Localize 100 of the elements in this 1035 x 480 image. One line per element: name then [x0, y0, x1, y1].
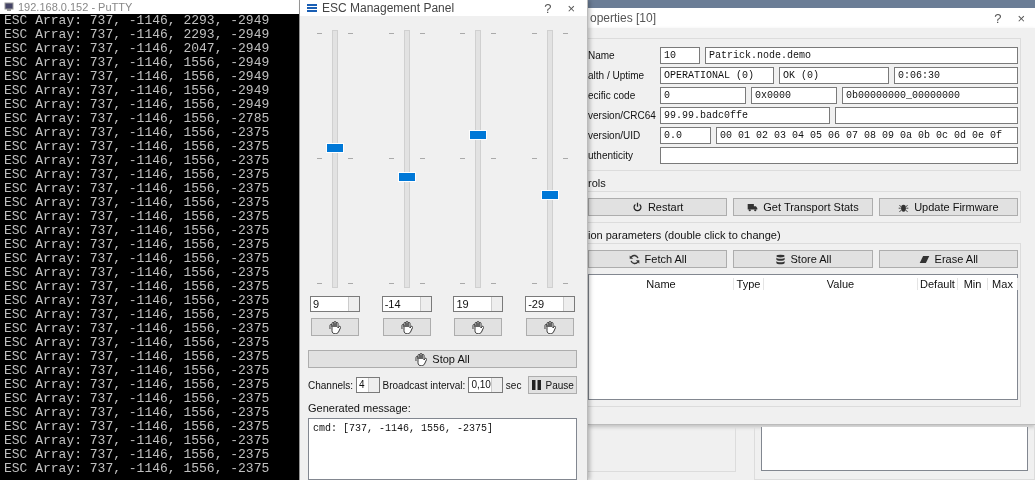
terminal-line: ESC Array: 737, -1146, 1556, -2375	[4, 224, 271, 238]
group-title: ion parameters (double click to change)	[588, 229, 782, 241]
terminal-line: ESC Array: 737, -1146, 1556, -2375	[4, 182, 271, 196]
terminal-line: ESC Array: 737, -1146, 1556, -2375	[4, 322, 271, 336]
hand-icon	[472, 320, 485, 334]
column-header[interactable]: Value	[764, 278, 918, 290]
terminal-line: ESC Array: 737, -1146, 1556, -2949	[4, 56, 271, 70]
terminal-line: ESC Array: 737, -1146, 1556, -2375	[4, 434, 271, 448]
column-header[interactable]: Min	[958, 278, 988, 290]
group-title: rols	[588, 177, 607, 189]
close-button[interactable]: ×	[1009, 10, 1033, 26]
column-header[interactable]: Max	[988, 278, 1018, 290]
slider-thumb[interactable]	[397, 171, 416, 182]
column-header[interactable]: Type	[734, 278, 764, 290]
field-label: uthenticity	[588, 150, 635, 161]
power-icon	[631, 201, 643, 213]
stop-button[interactable]	[382, 318, 431, 336]
message-field[interactable]: cmd: [737, -1146, 1556, -2375]	[308, 418, 577, 480]
action-button[interactable]: Erase All	[878, 250, 1018, 268]
text-field[interactable]: OPERATIONAL (0)	[660, 67, 774, 84]
truck-icon	[747, 201, 759, 213]
stop-button[interactable]	[454, 318, 503, 336]
text-field[interactable]: 00 01 02 03 04 05 06 07 08 09 0a 0b 0c 0d 0e 0f	[716, 127, 1018, 144]
pause-button[interactable]: Pause	[528, 376, 577, 394]
terminal-line: ESC Array: 737, -1146, 2293, -2949	[4, 14, 271, 28]
value-spinbox[interactable]: -14	[381, 296, 432, 312]
terminal-line: ESC Array: 737, -1146, 1556, -2375	[4, 392, 271, 406]
eraser-icon	[918, 253, 930, 265]
text-field[interactable]: 99.99.badc0ffe	[660, 107, 830, 124]
terminal-line: ESC Array: 737, -1146, 1556, -2375	[4, 252, 271, 266]
terminal-line: ESC Array: 737, -1146, 1556, -2375	[4, 168, 271, 182]
text-field[interactable]: 0	[660, 87, 746, 104]
terminal-line: ESC Array: 737, -1146, 1556, -2375	[4, 196, 271, 210]
terminal-line: ESC Array: 737, -1146, 1556, -2375	[4, 154, 271, 168]
field-label: Name	[588, 50, 616, 61]
text-field[interactable]: 10	[660, 47, 700, 64]
interval-spinbox[interactable]: 0,10	[468, 377, 503, 393]
text-field[interactable]: 0.0	[660, 127, 711, 144]
terminal-line: ESC Array: 737, -1146, 1556, -2375	[4, 140, 271, 154]
terminal-line: ESC Array: 737, -1146, 1556, -2949	[4, 70, 271, 84]
vertical-slider[interactable]	[386, 28, 427, 290]
unit-label: sec	[505, 379, 522, 391]
value-spinbox[interactable]: 9	[309, 296, 360, 312]
action-button[interactable]: Get Transport Stats	[733, 198, 873, 216]
channels-spinbox[interactable]: 4	[356, 377, 380, 393]
terminal-line: ESC Array: 737, -1146, 1556, -2375	[4, 266, 271, 280]
terminal-line: ESC Array: 737, -1146, 1556, -2375	[4, 420, 271, 434]
terminal-icon	[4, 2, 14, 12]
hand-icon	[415, 352, 428, 366]
text-field[interactable]: 0:06:30	[894, 67, 1018, 84]
action-button[interactable]: Update Firmware	[878, 198, 1018, 216]
window-title: 192.168.0.152 - PuTTY	[18, 1, 133, 13]
text-field[interactable]	[835, 107, 1018, 124]
terminal-line: ESC Array: 737, -1146, 1556, -2949	[4, 98, 271, 112]
text-field[interactable]: 0x0000	[751, 87, 837, 104]
refresh-icon	[628, 253, 640, 265]
terminal-line: ESC Array: 737, -1146, 1556, -2375	[4, 448, 271, 462]
text-field[interactable]: Patrick.node.demo	[705, 47, 1018, 64]
terminal-line: ESC Array: 737, -1146, 1556, -2785	[4, 112, 271, 126]
value-spinbox[interactable]: -29	[525, 296, 576, 312]
column-header[interactable]: Name	[589, 278, 734, 290]
slider-thumb[interactable]	[541, 190, 560, 201]
window-title: operties [10]	[590, 11, 657, 25]
terminal-line: ESC Array: 737, -1146, 2047, -2949	[4, 42, 271, 56]
slider-thumb[interactable]	[325, 142, 344, 153]
action-button[interactable]: Restart	[588, 198, 728, 216]
value-spinbox[interactable]: 19	[453, 296, 504, 312]
field-label: version/UID	[588, 130, 642, 141]
terminal-line: ESC Array: 737, -1146, 1556, -2375	[4, 364, 271, 378]
terminal-line: ESC Array: 737, -1146, 1556, -2375	[4, 462, 271, 476]
hand-icon	[400, 320, 413, 334]
terminal-line: ESC Array: 737, -1146, 1556, -2949	[4, 84, 271, 98]
slider-thumb[interactable]	[469, 130, 488, 141]
help-button[interactable]: ?	[538, 0, 558, 16]
text-field[interactable]	[660, 147, 1018, 164]
vertical-slider[interactable]	[314, 28, 355, 290]
terminal-line: ESC Array: 737, -1146, 1556, -2375	[4, 294, 271, 308]
window-title: ESC Management Panel	[322, 1, 455, 15]
interval-label: Broadcast interval:	[382, 379, 466, 391]
vertical-slider[interactable]	[530, 28, 571, 290]
terminal-line: ESC Array: 737, -1146, 1556, -2375	[4, 210, 271, 224]
stop-button[interactable]	[310, 318, 359, 336]
stop-button[interactable]	[526, 318, 575, 336]
terminal-line: ESC Array: 737, -1146, 2293, -2949	[4, 28, 271, 42]
text-field[interactable]: OK (0)	[779, 67, 889, 84]
pause-icon	[531, 380, 541, 390]
action-button[interactable]: Fetch All	[588, 250, 728, 268]
field-label: ecific code	[588, 90, 637, 101]
column-header[interactable]: Default	[918, 278, 958, 290]
database-icon	[774, 253, 786, 265]
terminal-line: ESC Array: 737, -1146, 1556, -2375	[4, 126, 271, 140]
vertical-slider[interactable]	[458, 28, 499, 290]
terminal-line: ESC Array: 737, -1146, 1556, -2375	[4, 336, 271, 350]
terminal-line: ESC Array: 737, -1146, 1556, -2375	[4, 378, 271, 392]
close-button[interactable]: ×	[561, 0, 581, 16]
stop-all-button[interactable]: Stop All	[308, 350, 577, 368]
terminal-line: ESC Array: 737, -1146, 1556, -2375	[4, 350, 271, 364]
action-button[interactable]: Store All	[733, 250, 873, 268]
help-button[interactable]: ?	[986, 10, 1010, 26]
text-field[interactable]: 0b00000000_00000000	[842, 87, 1018, 104]
